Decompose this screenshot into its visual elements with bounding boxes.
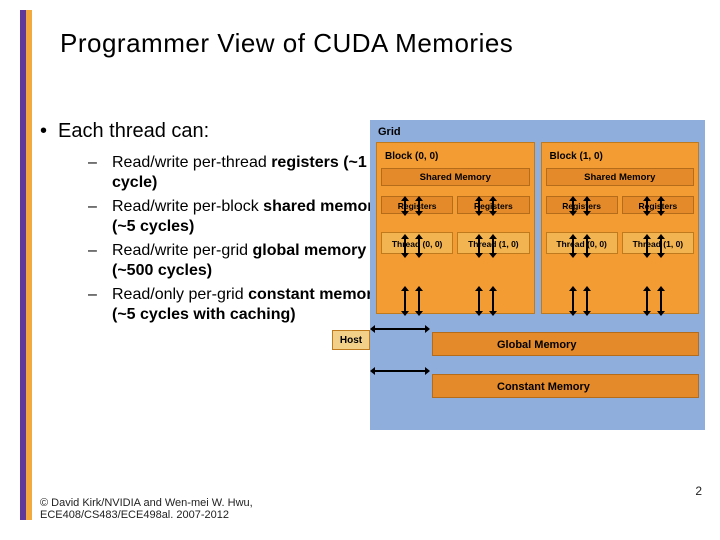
sub-item: –Read/write per-block shared memory (~5 … bbox=[88, 197, 398, 237]
sublist: –Read/write per-thread registers (~1 cyc… bbox=[88, 153, 398, 325]
arrow-icon bbox=[478, 200, 480, 212]
arrow-icon bbox=[646, 238, 648, 254]
shared-memory: Shared Memory bbox=[546, 168, 695, 186]
arrow-icon bbox=[492, 200, 494, 212]
arrow-icon bbox=[418, 200, 420, 212]
arrow-icon bbox=[374, 328, 426, 330]
arrow-icon bbox=[492, 290, 494, 312]
accent-stripe bbox=[20, 10, 32, 520]
arrow-icon bbox=[586, 238, 588, 254]
arrow-icon bbox=[478, 290, 480, 312]
block-label: Block (1, 0) bbox=[550, 151, 695, 162]
arrow-icon bbox=[586, 200, 588, 212]
sub-item: –Read/write per-grid global memory (~500… bbox=[88, 241, 398, 281]
constant-memory: Constant Memory bbox=[432, 374, 699, 398]
top-bullet-text: Each thread can: bbox=[58, 120, 209, 142]
cuda-memory-diagram: Grid Block (0, 0) Shared Memory Register… bbox=[370, 120, 705, 430]
global-memory: Global Memory bbox=[432, 332, 699, 356]
arrow-icon bbox=[660, 238, 662, 254]
grid-label: Grid bbox=[378, 126, 699, 138]
arrow-icon bbox=[660, 200, 662, 212]
arrow-icon bbox=[404, 290, 406, 312]
arrow-icon bbox=[646, 200, 648, 212]
thread: Thread (0, 0) bbox=[546, 232, 618, 254]
arrow-icon bbox=[660, 290, 662, 312]
block-0: Block (0, 0) Shared Memory Registers Reg… bbox=[376, 142, 535, 314]
arrow-icon bbox=[418, 238, 420, 254]
sub-item: –Read/only per-grid constant memory (~5 … bbox=[88, 285, 398, 325]
arrow-icon bbox=[572, 200, 574, 212]
block-label: Block (0, 0) bbox=[385, 151, 530, 162]
arrow-icon bbox=[646, 290, 648, 312]
arrow-icon bbox=[572, 290, 574, 312]
registers: Registers bbox=[546, 196, 618, 214]
copyright-text: © David Kirk/NVIDIA and Wen-mei W. Hwu,E… bbox=[40, 497, 253, 522]
shared-memory: Shared Memory bbox=[381, 168, 530, 186]
page-number: 2 bbox=[695, 484, 702, 498]
arrow-icon bbox=[418, 290, 420, 312]
arrow-icon bbox=[404, 238, 406, 254]
top-bullet: •Each thread can: bbox=[40, 120, 398, 143]
arrow-icon bbox=[374, 370, 426, 372]
arrow-icon bbox=[586, 290, 588, 312]
sub-item: –Read/write per-thread registers (~1 cyc… bbox=[88, 153, 398, 193]
host-box: Host bbox=[332, 330, 370, 350]
block-1: Block (1, 0) Shared Memory Registers Reg… bbox=[541, 142, 700, 314]
bullet-list: •Each thread can: –Read/write per-thread… bbox=[40, 120, 398, 329]
arrow-icon bbox=[478, 238, 480, 254]
arrow-icon bbox=[572, 238, 574, 254]
arrow-icon bbox=[404, 200, 406, 212]
arrow-icon bbox=[492, 238, 494, 254]
slide-title: Programmer View of CUDA Memories bbox=[60, 28, 700, 59]
